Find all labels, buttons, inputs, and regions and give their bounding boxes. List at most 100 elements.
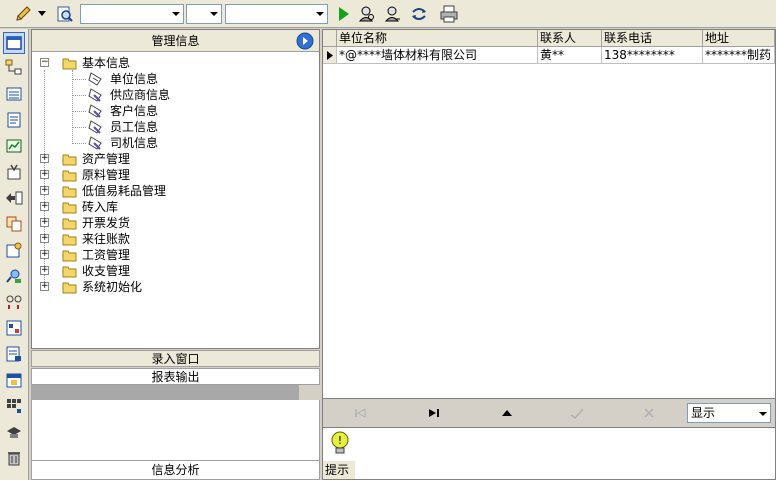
list-icon[interactable] [3,83,25,105]
report-icon[interactable] [3,317,25,339]
settings-icon[interactable] [3,239,25,261]
column-header-address[interactable]: 地址 [703,30,775,47]
dropdown-arrow-icon[interactable] [36,3,48,25]
tree-node-payroll[interactable]: + 工资管理 [40,247,300,263]
pencil-icon[interactable] [12,3,34,25]
report-output-bar[interactable]: 报表输出 [31,368,320,385]
filter-combo-3[interactable] [225,4,328,24]
expand-icon[interactable]: + [40,234,49,243]
first-record-icon[interactable] [353,405,369,421]
column-header-label: 地址 [705,31,730,45]
trash-icon[interactable] [3,447,25,469]
grid-icon[interactable] [3,395,25,417]
report-edit-icon[interactable] [3,343,25,365]
cell-text: *@****墙体材料有限公司 [339,48,478,62]
tree-node-supplier-info[interactable]: 供应商信息 [72,87,292,103]
column-header-label: 单位名称 [339,31,388,45]
cell-text: 黄** [540,48,565,62]
info-analysis-bar[interactable]: 信息分析 [31,460,320,480]
chevron-down-icon [316,12,324,16]
tree-node-basic-info[interactable]: − 基本信息 [40,55,300,71]
display-select-value: 显示 [691,406,716,420]
post-record-icon[interactable] [569,405,585,421]
cell-phone[interactable]: 138******** [602,47,703,64]
tree-node-company-info[interactable]: 单位信息 [72,71,292,87]
tree-node-asset-mgmt[interactable]: + 资产管理 [40,151,300,167]
tree-node-system-init[interactable]: + 系统初始化 [40,279,300,295]
tree-node-invoice-shipping[interactable]: + 开票发货 [40,215,300,231]
expand-icon[interactable]: + [40,186,49,195]
tree-node-customer-info[interactable]: 客户信息 [72,103,292,119]
display-select[interactable]: 显示 [687,403,771,423]
tree-node-label: 低值易耗品管理 [82,184,167,198]
tree-node-consumables-mgmt[interactable]: + 低值易耗品管理 [40,183,300,199]
play-icon[interactable] [332,3,354,25]
collapse-icon[interactable]: − [40,58,49,67]
column-header-contact[interactable]: 联系人 [538,30,602,47]
calendar-icon[interactable] [3,369,25,391]
document-icon[interactable] [3,109,25,131]
print-icon[interactable] [438,3,460,25]
find-user-alt-icon[interactable] [382,3,404,25]
tree-node-driver-info[interactable]: 司机信息 [72,135,292,151]
expand-icon[interactable]: + [40,218,49,227]
svg-text:!: ! [338,434,342,447]
folder-icon [62,266,77,278]
tree-node-accounts[interactable]: + 来往账款 [40,231,300,247]
row-indicator[interactable] [323,47,337,64]
filter-combo-1[interactable] [80,4,184,24]
form-icon [88,72,102,86]
expand-icon[interactable]: + [40,250,49,259]
column-header-unit-name[interactable]: 单位名称 [337,30,538,47]
entry-window-bar[interactable]: 录入窗口 [31,350,320,367]
org-chart-icon[interactable] [3,57,25,79]
column-header-label: 联系电话 [604,31,653,45]
cancel-record-icon[interactable] [641,405,657,421]
column-header-label: 联系人 [540,31,577,45]
cell-unit-name[interactable]: *@****墙体材料有限公司 [337,47,538,64]
expand-panel-icon[interactable] [296,32,314,50]
user-search-icon[interactable] [3,265,25,287]
tree-title: 管理信息 [151,34,200,48]
find-user-icon[interactable] [356,3,378,25]
column-header-phone[interactable]: 联系电话 [602,30,703,47]
cell-contact[interactable]: 黄** [538,47,602,64]
tree-node-material-mgmt[interactable]: + 原料管理 [40,167,300,183]
export-icon[interactable] [3,187,25,209]
tree-node-label: 原料管理 [82,168,131,182]
refresh-icon[interactable] [408,3,430,25]
tree-node-label: 开票发货 [82,216,131,230]
chain-icon[interactable] [3,291,25,313]
tree-node-label: 客户信息 [110,104,159,118]
hint-tab[interactable]: 提示 [323,461,355,479]
expand-icon[interactable]: + [40,282,49,291]
expand-icon[interactable]: + [40,170,49,179]
expand-icon[interactable]: + [40,266,49,275]
expand-icon[interactable]: + [40,202,49,211]
folder-icon [62,234,77,246]
last-record-icon[interactable] [426,405,442,421]
hat-icon[interactable] [3,421,25,443]
tree-node-label: 砖入库 [82,200,119,214]
management-tree-panel: 管理信息 − 基本信息 单位信息 供应商信息 客户信息 员工信息 司机信息 + … [31,29,320,349]
tree-node-brick-inbound[interactable]: + 砖入库 [40,199,300,215]
copy-icon[interactable] [3,213,25,235]
window-icon[interactable] [3,32,25,54]
tree-node-label: 基本信息 [82,56,131,70]
tree-node-label: 资产管理 [82,152,131,166]
search-doc-icon[interactable] [54,3,76,25]
form-edit-icon [88,136,102,150]
chart-icon[interactable] [3,135,25,157]
tree-node-employee-info[interactable]: 员工信息 [72,119,292,135]
filter-combo-2[interactable] [186,4,222,24]
chevron-down-icon [759,412,767,416]
cell-address[interactable]: *******制药 [703,47,775,64]
inbox-icon[interactable] [3,161,25,183]
folder-icon [62,250,77,262]
cell-text: 138******** [604,48,675,62]
expand-icon[interactable]: + [40,154,49,163]
tree-node-income-expense[interactable]: + 收支管理 [40,263,300,279]
current-row-arrow-icon [327,51,333,60]
tree-node-label: 工资管理 [82,248,131,262]
insert-record-icon[interactable] [499,405,515,421]
